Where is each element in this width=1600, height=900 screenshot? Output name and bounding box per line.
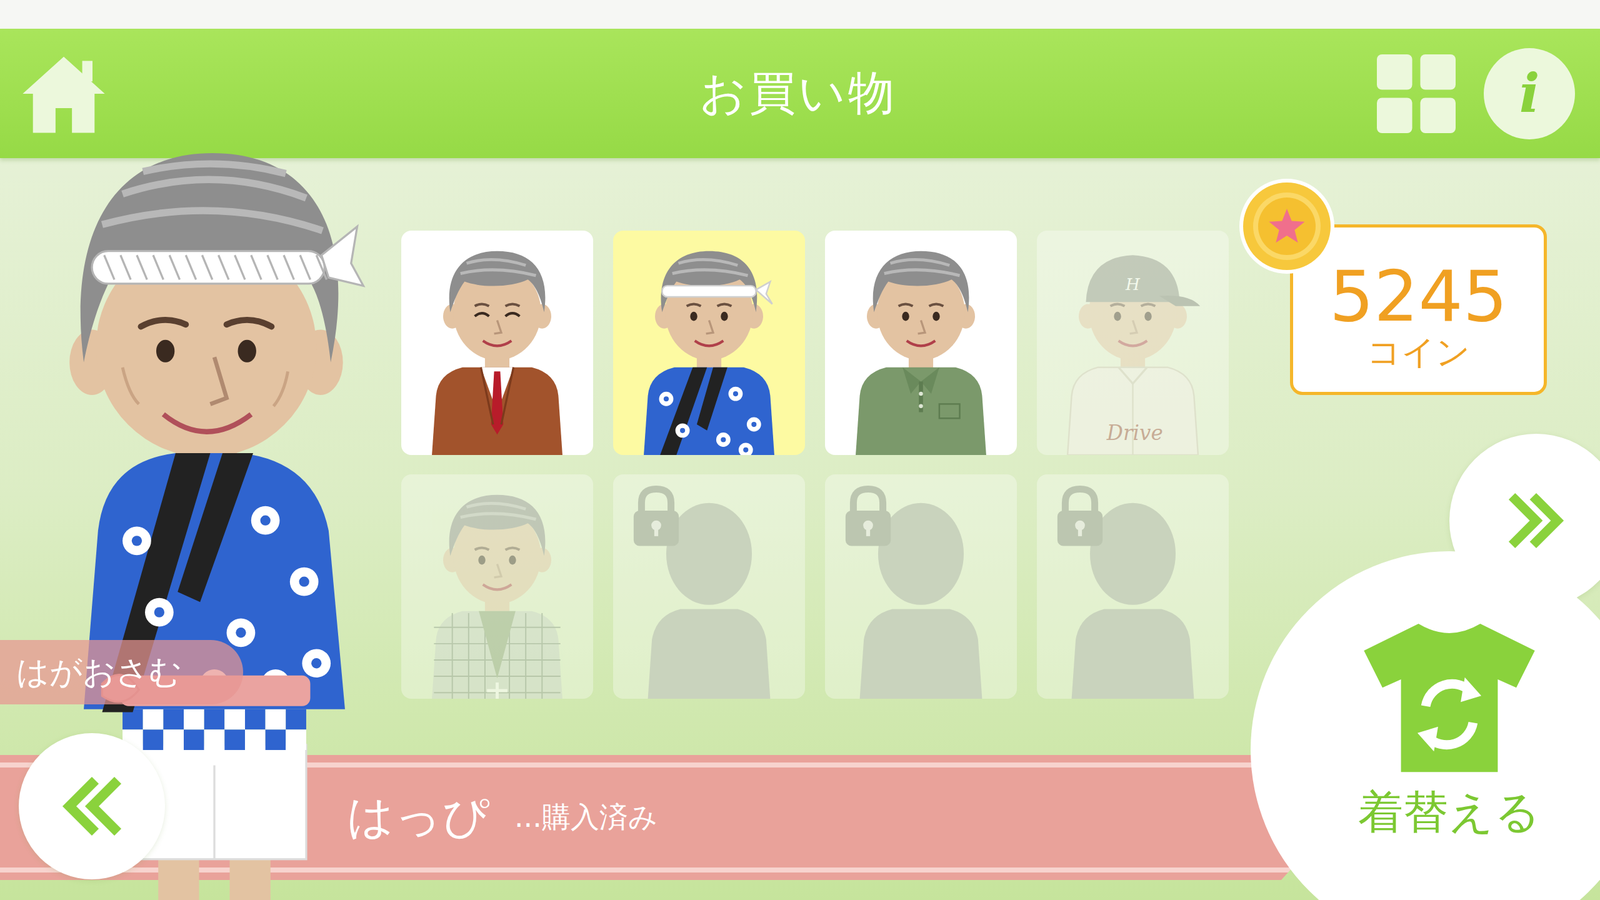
shop-screen: お買い物 i H Drive 5245コインはっぴ ...購入済み はがおさむ着替える [0, 0, 1600, 900]
header-bar: お買い物 i [0, 28, 1600, 159]
outfit-card[interactable] [401, 230, 594, 455]
selected-item-status: ...購入済み [514, 798, 658, 837]
lock-badge [621, 483, 691, 552]
grid-icon [1376, 54, 1456, 134]
previous-button[interactable] [18, 733, 165, 880]
outfit-card[interactable]: H Drive [1036, 230, 1229, 455]
change-clothes-label: 着替える [1358, 785, 1541, 839]
selected-item-name: はっぴ [346, 786, 490, 849]
coin-amount: 5245 [1329, 261, 1508, 332]
outfit-grid: H Drive [401, 230, 1229, 699]
status-strip [0, 0, 1600, 29]
outfit-card[interactable] [1036, 474, 1229, 699]
polo-outfit-figure [825, 230, 1017, 455]
home-button[interactable] [20, 52, 107, 135]
coin-icon [1236, 176, 1337, 277]
outfit-card[interactable] [613, 474, 805, 699]
lock-icon [621, 483, 691, 552]
kimono-outfit-figure [401, 474, 594, 699]
header-actions: i [896, 48, 1576, 140]
outfit-card[interactable] [825, 474, 1017, 699]
lock-badge [833, 483, 903, 552]
screen-title: お買い物 [699, 62, 897, 125]
outfit-card[interactable] [825, 230, 1017, 455]
svg-text:Drive: Drive [1106, 421, 1164, 445]
double-chevron-left-icon [61, 776, 122, 837]
lock-badge [1045, 483, 1115, 552]
grid-button[interactable] [1376, 54, 1456, 134]
home-icon [20, 52, 107, 135]
shirt-change-icon [1361, 618, 1537, 775]
player-name-tag: はがおさむ [0, 640, 244, 705]
coin-badge [1236, 176, 1337, 277]
change-clothes-button[interactable]: 着替える [1250, 551, 1600, 900]
baseball-outfit-figure: H Drive [1036, 230, 1229, 455]
lock-icon [1045, 483, 1115, 552]
coin-counter: 5245コイン [1290, 224, 1547, 395]
coin-unit: コイン [1366, 333, 1470, 371]
svg-text:H: H [1125, 275, 1141, 294]
outfit-card[interactable] [401, 474, 594, 699]
shop-main: H Drive 5245コインはっぴ ...購入済み はがおさむ着替える [0, 158, 1600, 900]
lock-icon [833, 483, 903, 552]
double-chevron-right-icon [1508, 492, 1565, 549]
outfit-card[interactable] [613, 230, 805, 455]
suit-outfit-figure [401, 230, 594, 455]
info-button[interactable]: i [1483, 48, 1575, 140]
happi-outfit-figure [613, 230, 805, 455]
